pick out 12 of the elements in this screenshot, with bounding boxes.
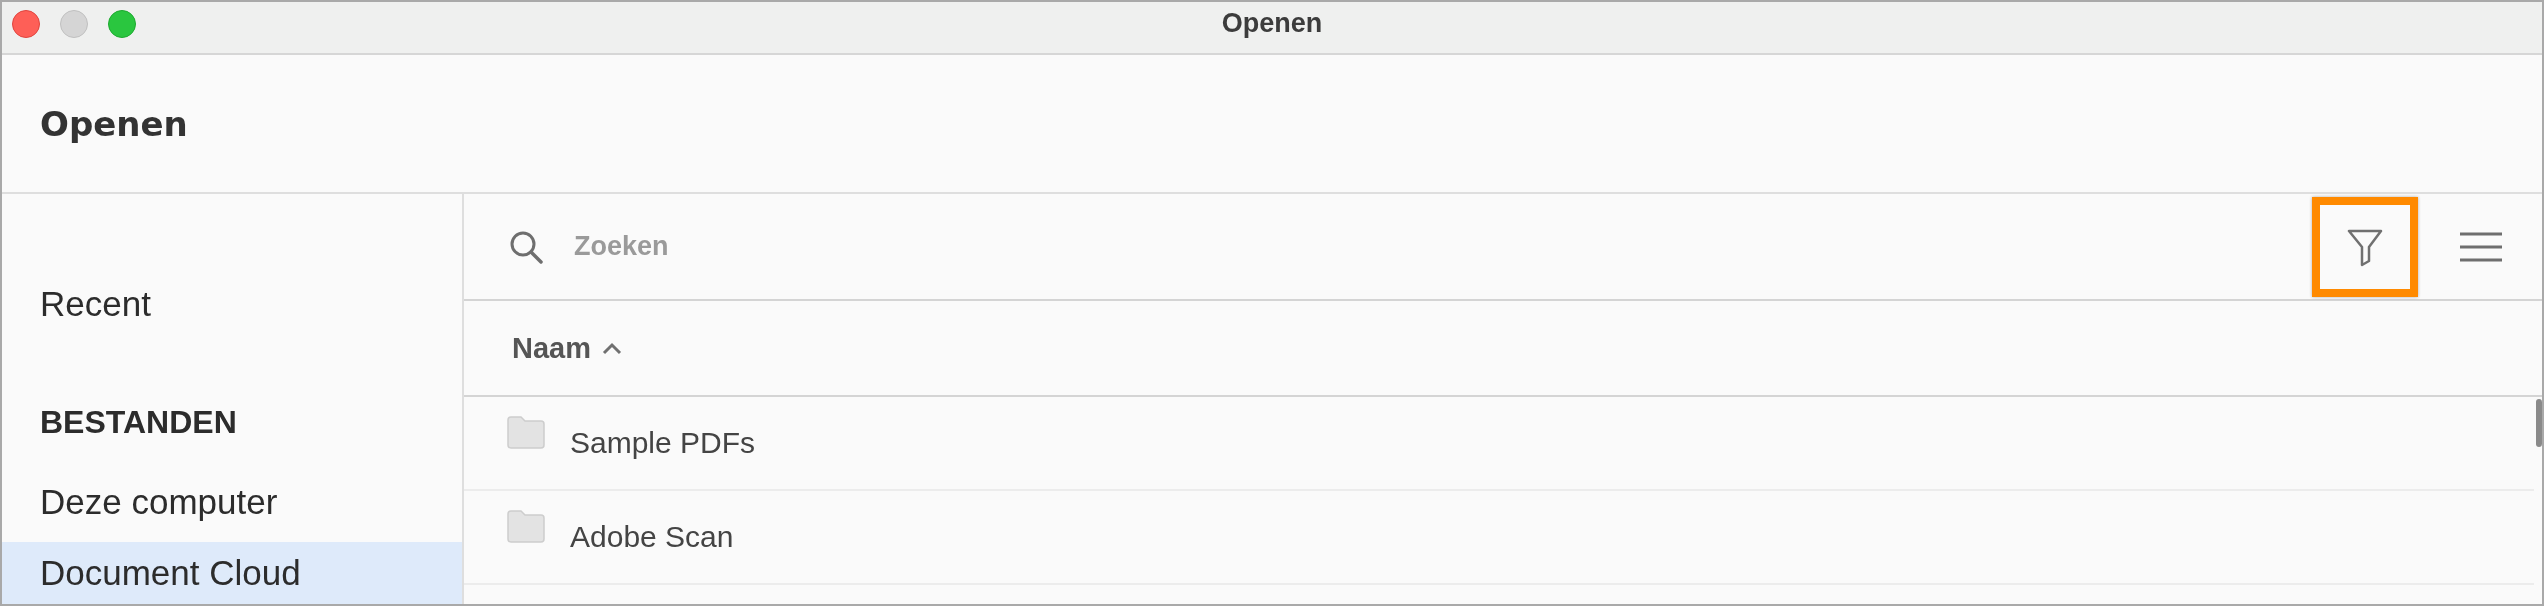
file-name: Sample PDFs bbox=[570, 426, 756, 460]
dialog-title: Openen bbox=[40, 103, 188, 144]
sidebar-item[interactable]: Deze computer bbox=[2, 463, 462, 542]
file-name: Adobe Scan bbox=[570, 520, 734, 554]
file-row[interactable]: Adobe Scan bbox=[464, 491, 2534, 585]
file-row[interactable]: Sample PDFs bbox=[464, 397, 2534, 491]
section-heading: BESTANDEN bbox=[39, 402, 238, 442]
search-field[interactable]: Zoeken bbox=[572, 230, 976, 263]
column-header[interactable]: Naam bbox=[512, 331, 623, 365]
sidebar-item[interactable]: Recent bbox=[2, 269, 462, 340]
sidebar-item[interactable]: Document Cloud bbox=[2, 541, 462, 604]
window-title: Openen bbox=[1221, 8, 1323, 39]
